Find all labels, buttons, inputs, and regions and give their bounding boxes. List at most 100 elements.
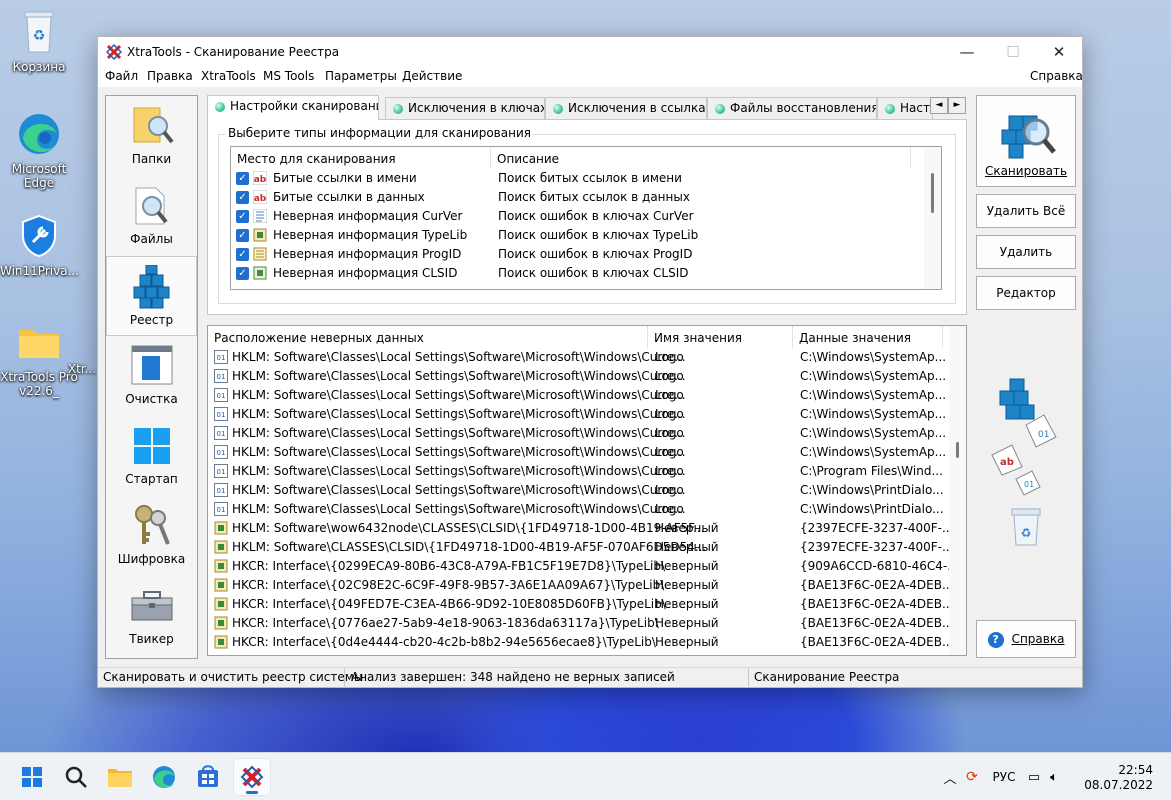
checkbox-checked[interactable]: ✓ [236, 172, 249, 185]
maximize-button[interactable]: ☐ [990, 37, 1036, 67]
scan-type-name: Неверная информация ProgID [273, 247, 462, 261]
scan-type-row[interactable]: ✓ Неверная информация CLSID Поиск ошибок… [231, 264, 921, 283]
close-button[interactable]: ✕ [1036, 37, 1082, 67]
store-icon[interactable] [190, 759, 226, 795]
volume-icon[interactable]: 🔈︎ [1044, 770, 1064, 785]
tab-link-exclusions[interactable]: Исключения в ссылках [545, 97, 707, 119]
result-row[interactable]: HKCR: Interface\{0299ECA9-80B6-43C8-A79A… [208, 557, 959, 576]
menu-action[interactable]: Действие [402, 69, 462, 83]
sync-alert-icon[interactable]: ⟳ [960, 769, 984, 785]
result-row[interactable]: 01 HKLM: Software\Classes\Local Settings\… [208, 405, 948, 424]
checkbox-checked[interactable]: ✓ [236, 210, 249, 223]
scan-type-row[interactable]: ✓ ab Битые ссылки в данных Поиск битых с… [231, 188, 921, 207]
result-row[interactable]: HKLM: Software\wow6432node\CLASSES\CLSID… [208, 519, 953, 538]
result-path: HKCR: Interface\{0776ae27-5ab9-4e18-9063… [232, 616, 659, 630]
nav-item-startup[interactable]: Стартап [106, 416, 197, 496]
chevron-up-icon[interactable]: ︿ [940, 768, 960, 787]
nav-item-cleanup[interactable]: Очистка [106, 336, 197, 416]
scan-type-name: Битые ссылки в имени [273, 171, 417, 185]
nav-item-tweaker[interactable]: Твикер [106, 576, 197, 656]
tab-scroll-right-button[interactable]: ► [948, 97, 966, 114]
title-bar[interactable]: XtraTools - Сканирование Реестра — ☐ ✕ [98, 37, 1082, 67]
delete-all-button[interactable]: Удалить Всё [976, 194, 1076, 228]
result-row[interactable]: 01 HKLM: Software\Classes\Local Settings\… [208, 500, 948, 519]
nav-label: Шифровка [117, 552, 186, 566]
nav-item-encryption[interactable]: Шифровка [106, 496, 197, 576]
svg-text:01: 01 [217, 411, 226, 419]
edge-icon[interactable] [146, 759, 182, 795]
help-button[interactable]: ? Справка [976, 620, 1076, 658]
tab-scan-settings[interactable]: Настройки сканирования [207, 95, 379, 120]
search-icon[interactable] [58, 759, 94, 795]
nav-item-folders[interactable]: Папки [106, 96, 197, 176]
file-search-icon [130, 184, 174, 228]
menu-xtratools[interactable]: XtraTools [201, 69, 256, 83]
menu-help[interactable]: Справка [1030, 69, 1083, 83]
result-row[interactable]: 01 HKLM: Software\Classes\Local Settings\… [208, 386, 948, 405]
result-path: HKLM: Software\CLASSES\CLSID\{1FD49718-1… [232, 540, 707, 554]
nav-item-files[interactable]: Файлы [106, 176, 197, 256]
column-header-description[interactable]: Описание [491, 147, 911, 169]
tab-scroll-left-button[interactable]: ◄ [930, 97, 948, 114]
tab-more-settings[interactable]: Наст... [877, 97, 933, 119]
results-scrollbar[interactable] [949, 326, 966, 655]
column-header-path[interactable]: Расположение неверных данных [208, 326, 648, 348]
tab-label: Настройки сканирования [230, 99, 379, 113]
clock[interactable]: 22:54 08.07.2022 [1084, 763, 1153, 793]
scan-button[interactable]: Сканировать [976, 95, 1076, 187]
result-row[interactable]: HKCR: Interface\{049FED7E-C3EA-4B66-9D92… [208, 595, 953, 614]
windows-start-icon[interactable] [14, 759, 50, 795]
svg-text:ab: ab [254, 175, 267, 185]
tab-restore-files[interactable]: Файлы восстановления [707, 97, 877, 119]
file-explorer-icon[interactable] [102, 759, 138, 795]
column-header-location[interactable]: Место для сканирования [231, 147, 491, 169]
column-header-value-name[interactable]: Имя значения [648, 326, 793, 348]
desktop-icon-xtratools-folder[interactable]: XtraTools Pro v22.6_ [0, 318, 78, 398]
result-row[interactable]: 01 HKLM: Software\Classes\Local Settings\… [208, 462, 948, 481]
edge-icon [15, 110, 63, 158]
language-indicator[interactable]: РУС [984, 770, 1024, 784]
result-row[interactable]: 01 HKLM: Software\Classes\Local Settings\… [208, 367, 948, 386]
scan-type-row[interactable]: ✓ Неверная информация TypeLib Поиск ошиб… [231, 226, 921, 245]
typelib-icon [253, 228, 267, 242]
menu-edit[interactable]: Правка [147, 69, 193, 83]
scan-types-scrollbar[interactable] [924, 147, 941, 289]
desktop-icon-privacy-app[interactable]: Win11Priva... [0, 212, 79, 278]
scan-type-row[interactable]: ✓ ab Битые ссылки в имени Поиск битых сс… [231, 169, 921, 188]
scan-type-row[interactable]: ✓ Неверная информация CurVer Поиск ошибо… [231, 207, 921, 226]
result-row[interactable]: HKCR: Interface\{02C98E2C-6C9F-49F8-9B57… [208, 576, 953, 595]
result-row[interactable]: 01 HKLM: Software\Classes\Local Settings\… [208, 443, 948, 462]
network-icon[interactable]: ▭ [1024, 770, 1044, 785]
menu-file[interactable]: Файл [105, 69, 138, 83]
binary-value-icon: 01 [214, 407, 228, 421]
result-row[interactable]: HKCR: Interface\{0776ae27-5ab9-4e18-9063… [208, 614, 953, 633]
tab-key-exclusions[interactable]: Исключения в ключах [385, 97, 545, 119]
result-row[interactable]: 01 HKLM: Software\Classes\Local Settings\… [208, 424, 948, 443]
scan-type-name: Неверная информация CLSID [273, 266, 458, 280]
minimize-button[interactable]: — [944, 37, 990, 67]
desktop-icon-recycle-bin[interactable]: ♻ Корзина [0, 8, 78, 74]
checkbox-checked[interactable]: ✓ [236, 267, 249, 280]
column-header-value-data[interactable]: Данные значения [793, 326, 943, 348]
menu-ms-tools[interactable]: MS Tools [263, 69, 314, 83]
result-row[interactable]: HKCR: Interface\{0d4e4444-cb20-4c2b-b8b2… [208, 633, 953, 652]
checkbox-checked[interactable]: ✓ [236, 191, 249, 204]
result-row[interactable]: HKLM: Software\CLASSES\CLSID\{1FD49718-1… [208, 538, 953, 557]
result-path: HKCR: Interface\{02C98E2C-6C9F-49F8-9B57… [232, 578, 665, 592]
desktop-icon-edge[interactable]: Microsoft Edge [0, 110, 78, 190]
checkbox-checked[interactable]: ✓ [236, 229, 249, 242]
scrollbar-thumb[interactable] [931, 173, 934, 213]
menu-settings[interactable]: Параметры [325, 69, 397, 83]
editor-button[interactable]: Редактор [976, 276, 1076, 310]
result-row[interactable]: 01 HKLM: Software\Classes\Local Settings\… [208, 348, 948, 367]
checkbox-checked[interactable]: ✓ [236, 248, 249, 261]
scan-type-row[interactable]: ✓ Неверная информация ProgID Поиск ошибо… [231, 245, 921, 264]
desktop-icon-partial[interactable]: Xtr... [62, 362, 102, 376]
delete-button[interactable]: Удалить [976, 235, 1076, 269]
scrollbar-thumb[interactable] [956, 442, 959, 458]
scan-type-name: Битые ссылки в данных [273, 190, 425, 204]
binary-value-icon: 01 [214, 350, 228, 364]
result-row[interactable]: 01 HKLM: Software\Classes\Local Settings\… [208, 481, 948, 500]
nav-item-registry[interactable]: Реестр [106, 256, 197, 336]
xtratools-icon[interactable] [234, 759, 270, 795]
